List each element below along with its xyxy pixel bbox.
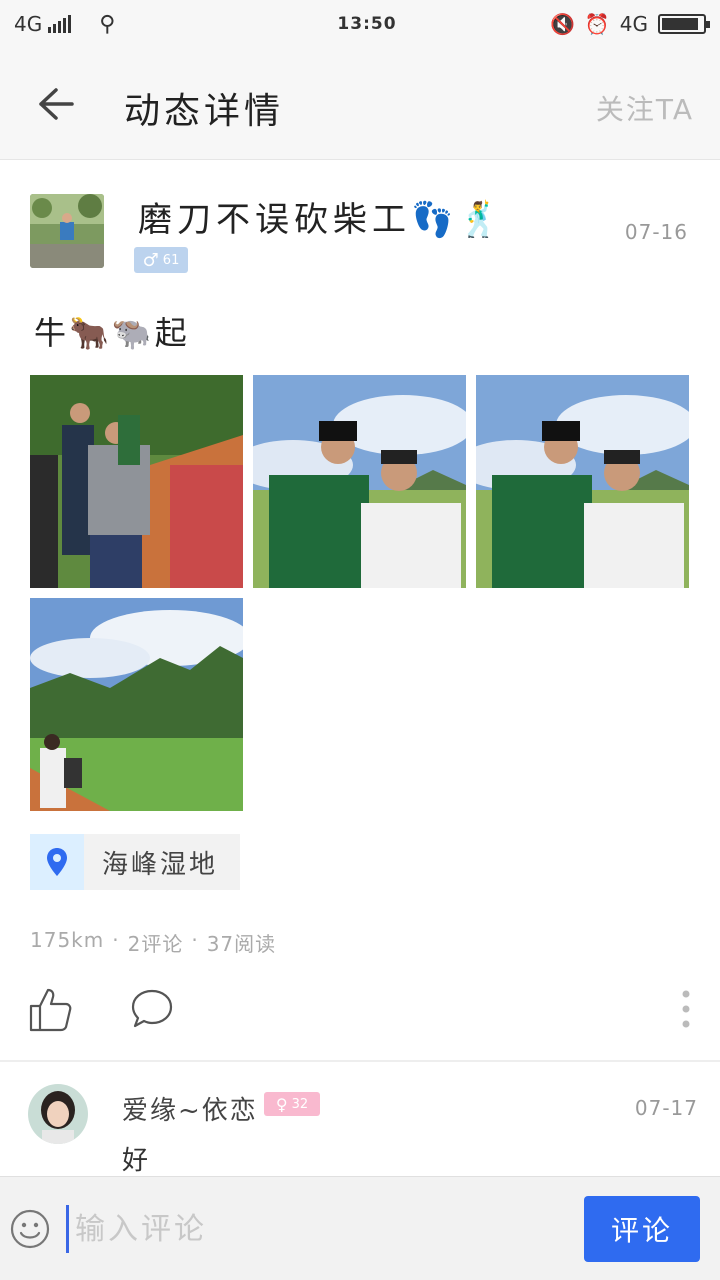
emoji-icon[interactable] — [10, 1209, 50, 1249]
commenter-age: 32 — [291, 1096, 309, 1112]
post-date: 07-16 — [624, 220, 688, 244]
male-icon: ♂ — [142, 249, 159, 271]
location-map-thumb — [30, 834, 84, 890]
status-bar-right: 🔇 ⏰ 4G — [549, 12, 710, 36]
female-icon: ♀ — [275, 1094, 288, 1114]
section-divider — [0, 1060, 720, 1062]
read-count: 37阅读 — [206, 932, 277, 956]
author-avatar[interactable] — [30, 194, 104, 268]
comment-text: 好 — [122, 1146, 149, 1176]
post-detail-screen: 4G ⚲ 13:50 🔇 ⏰ 4G 动态详情 关注TA 磨刀不误砍柴工👣🕺 ♂ … — [0, 0, 720, 1280]
back-arrow-icon[interactable] — [36, 86, 76, 122]
battery-icon — [658, 14, 710, 34]
follow-button[interactable]: 关注TA — [596, 88, 694, 128]
post-photo-1[interactable] — [30, 375, 243, 588]
status-bar: 4G ⚲ 13:50 🔇 ⏰ 4G — [0, 0, 720, 48]
commenter-avatar[interactable] — [28, 1084, 88, 1144]
stats-separator: · — [191, 928, 199, 952]
network-type-left: 4G — [14, 12, 43, 36]
author-name[interactable]: 磨刀不误砍柴工👣🕺 — [138, 192, 506, 241]
post-photo-3[interactable] — [476, 375, 689, 588]
location-pin-icon — [47, 848, 67, 876]
commenter-name[interactable]: 爱缘~依恋 — [122, 1090, 258, 1127]
comment-input-bar: 评论 — [0, 1176, 720, 1280]
network-type-right: 4G — [619, 12, 648, 36]
location-tag[interactable]: 海峰湿地 — [30, 834, 240, 890]
post-photo-2[interactable] — [253, 375, 466, 588]
distance: 175km — [30, 928, 105, 952]
comment-bubble-icon[interactable] — [130, 988, 174, 1030]
stats-separator: · — [112, 928, 120, 952]
mute-icon: 🔇 — [549, 12, 575, 36]
commenter-gender-badge: ♀ 32 — [264, 1092, 320, 1116]
more-vertical-icon[interactable] — [676, 988, 696, 1030]
location-label: 海峰湿地 — [102, 849, 219, 880]
post-photo-4[interactable] — [30, 598, 243, 811]
header: 动态详情 关注TA — [0, 48, 720, 160]
author-gender-badge: ♂ 61 — [134, 247, 188, 273]
alarm-icon: ⏰ — [584, 12, 610, 36]
usb-icon: ⚲ — [99, 11, 116, 37]
status-bar-left: 4G ⚲ — [14, 12, 274, 37]
comment-count: 2评论 — [127, 932, 184, 956]
author-age: 61 — [162, 252, 180, 268]
post-stats: 175km · 2评论 · 37阅读 — [30, 928, 276, 957]
status-time: 13:50 — [337, 14, 397, 34]
comment-date: 07-17 — [634, 1096, 698, 1120]
comment-input[interactable] — [66, 1205, 566, 1253]
post-text: 牛🐂🐃起 — [34, 314, 190, 352]
page-title: 动态详情 — [124, 91, 285, 132]
signal-icon — [48, 15, 72, 33]
thumbs-up-icon[interactable] — [28, 986, 72, 1032]
submit-comment-button[interactable]: 评论 — [584, 1196, 700, 1262]
